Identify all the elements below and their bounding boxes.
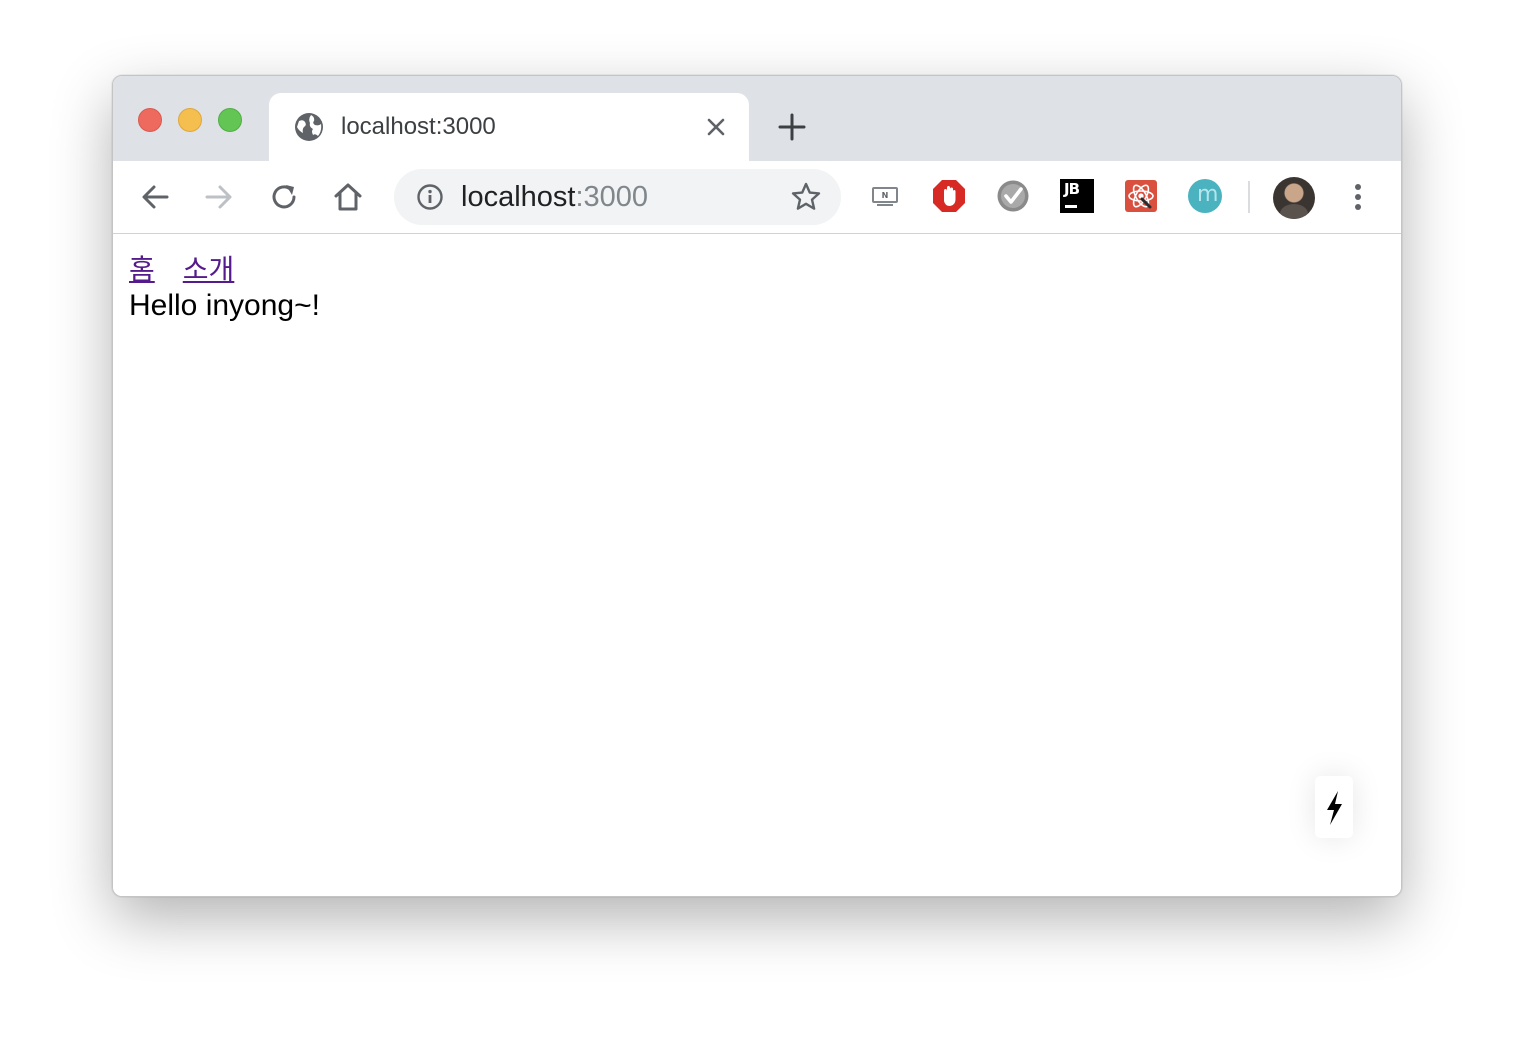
home-button[interactable] [330, 179, 366, 215]
globe-icon [295, 113, 323, 141]
close-window-button[interactable] [138, 108, 162, 132]
browser-window: localhost:3000 localhost:3000 N JB m 홈 소… [112, 75, 1402, 897]
greeting-text: Hello inyong~! [129, 289, 320, 322]
m-extension-icon[interactable]: m [1188, 179, 1222, 213]
n-extension-icon[interactable]: N [868, 179, 902, 213]
jb-extension-icon[interactable]: JB [1060, 179, 1094, 213]
url-host: localhost [461, 181, 576, 213]
url-text: localhost:3000 [461, 181, 648, 214]
tab-title: localhost:3000 [341, 113, 496, 140]
about-link[interactable]: 소개 [183, 253, 235, 286]
url-port: :3000 [575, 181, 649, 213]
m-extension-label: m [1197, 182, 1219, 207]
toolbar-divider [1248, 181, 1250, 213]
tab-strip: localhost:3000 [113, 76, 1401, 161]
jb-extension-label: JB [1064, 180, 1080, 198]
page-nav: 홈 소개 [129, 248, 262, 288]
page-content: 홈 소개 Hello inyong~! [113, 235, 1401, 896]
star-icon[interactable] [790, 181, 822, 213]
maximize-window-button[interactable] [218, 108, 242, 132]
more-vertical-icon[interactable] [1343, 179, 1373, 215]
profile-avatar[interactable] [1273, 177, 1315, 219]
back-button[interactable] [137, 179, 173, 215]
react-devtools-icon[interactable] [1124, 179, 1158, 213]
reload-button[interactable] [266, 179, 302, 215]
address-bar[interactable]: localhost:3000 [394, 169, 841, 225]
checkmark-extension-icon[interactable] [996, 179, 1030, 213]
toolbar: localhost:3000 N JB m [113, 161, 1401, 234]
svg-text:N: N [882, 191, 889, 200]
jb-extension-underline [1065, 205, 1077, 208]
home-link[interactable]: 홈 [129, 253, 155, 286]
minimize-window-button[interactable] [178, 108, 202, 132]
forward-button[interactable] [201, 179, 237, 215]
close-icon[interactable] [703, 114, 729, 140]
info-icon[interactable] [416, 183, 444, 211]
nextjs-build-indicator[interactable] [1315, 776, 1353, 838]
new-tab-button[interactable] [777, 112, 807, 142]
tab-active[interactable]: localhost:3000 [269, 93, 749, 161]
lightning-icon [1327, 791, 1342, 825]
adblock-hand-icon[interactable] [932, 179, 966, 213]
